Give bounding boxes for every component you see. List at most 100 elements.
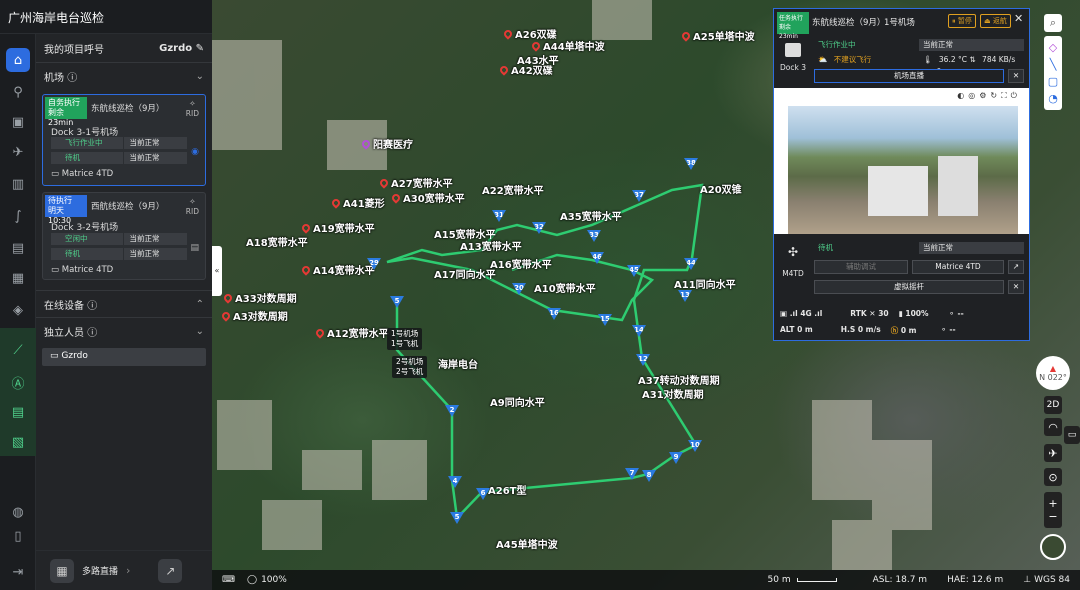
project-icon[interactable]: ⌂: [6, 48, 30, 72]
online-header[interactable]: 在线设备 ⓘ ⌃: [36, 291, 212, 317]
chat-icon[interactable]: ▭: [1064, 426, 1080, 444]
map-label[interactable]: A22宽带水平: [482, 182, 544, 197]
dock-live-button[interactable]: 机场直播: [814, 69, 1004, 83]
map-label[interactable]: 海岸电台: [438, 356, 478, 371]
report-icon[interactable]: ▤: [6, 400, 30, 424]
camera-feed: [788, 106, 1018, 234]
line-tool-icon[interactable]: ╲: [1050, 58, 1057, 71]
map-label[interactable]: A19宽带水平: [300, 220, 375, 235]
chevron-down-icon[interactable]: ⌄: [196, 71, 204, 82]
map-label[interactable]: A41菱形: [330, 195, 385, 210]
collapse-sidebar-button[interactable]: «: [212, 246, 222, 296]
map-label[interactable]: A18宽带水平: [246, 234, 308, 249]
drone-state-row: 待机 当前正常: [814, 242, 1024, 254]
pause-button[interactable]: ⏸ 暂停: [948, 14, 976, 28]
globe-icon[interactable]: ◍: [6, 500, 30, 524]
map-label[interactable]: A13宽带水平: [460, 238, 522, 253]
model-icon[interactable]: ◈: [6, 298, 30, 322]
signal-icon: ▣ .ıl 4G .ıl: [780, 309, 823, 318]
drone-model-button[interactable]: Matrice 4TD: [912, 260, 1004, 274]
map-label[interactable]: A14宽带水平: [300, 262, 375, 277]
route-icon[interactable]: ∫: [6, 204, 30, 228]
map-label[interactable]: A12宽带水平: [314, 325, 389, 340]
drone-icon[interactable]: ✈: [6, 140, 30, 164]
map-label[interactable]: A16宽带水平: [490, 256, 552, 271]
drone-tools-icon[interactable]: ✕: [1008, 280, 1024, 294]
chevron-right-icon[interactable]: ›: [126, 564, 130, 577]
map-label[interactable]: A30宽带水平: [390, 190, 465, 205]
return-button[interactable]: ⏏ 返航: [980, 14, 1011, 28]
drone-status-row: 待机 当前正常: [51, 248, 187, 260]
rect-tool-icon[interactable]: ▢: [1048, 75, 1058, 88]
zoom-out-icon[interactable]: −: [1048, 510, 1057, 523]
pin-tool-icon[interactable]: ◇: [1049, 41, 1057, 54]
dock-thumb: Dock 3: [774, 37, 812, 85]
map-label[interactable]: A44单塔中波: [530, 38, 605, 53]
grid-icon[interactable]: ▦: [50, 558, 74, 583]
aux-debug-button[interactable]: 辅助调试: [814, 260, 908, 274]
chart-icon[interactable]: ⟋: [6, 338, 30, 362]
map-label[interactable]: A37转动对数周期: [638, 372, 720, 387]
document-icon[interactable]: ▧: [6, 430, 30, 454]
keyboard-icon[interactable]: ⌨: [222, 575, 235, 585]
telemetry-row-1: ▣ .ıl 4G .ıl RTK ✕ 30 ▮ 100% ⚬ --: [780, 309, 964, 318]
zoom-circle-icon: ◯: [247, 575, 258, 585]
dock-card-2[interactable]: 待执行 明天 10:30 西航线巡检（9月） ✧ RID Dock 3-2号机场 空…: [42, 192, 206, 280]
chevron-up-icon[interactable]: ⌃: [196, 299, 204, 310]
search-icon[interactable]: ⌕: [1044, 14, 1062, 32]
logout-icon[interactable]: ⇥: [6, 560, 30, 584]
building: [302, 450, 362, 490]
datum-icon: ⊥: [1023, 575, 1032, 585]
schedule-icon[interactable]: ▤: [6, 236, 30, 260]
edit-icon[interactable]: ✎: [196, 43, 204, 54]
chevron-down-icon[interactable]: ⌄: [196, 326, 204, 337]
map-pin-icon[interactable]: ⚲: [6, 80, 30, 104]
device-icon[interactable]: ▣: [6, 110, 30, 134]
task-tag: 自务执行 剩余 23min: [45, 97, 87, 127]
map-label[interactable]: A17同向水平: [434, 266, 496, 281]
map-label[interactable]: A33对数周期: [222, 290, 297, 305]
share-icon[interactable]: ↗: [158, 558, 183, 583]
person-item[interactable]: ▭ Gzrdo: [42, 348, 206, 366]
dock-marker-1[interactable]: 1号机场 1号飞机: [387, 328, 423, 350]
airport-header[interactable]: 机场 ⓘ ⌄: [36, 63, 212, 89]
map-label[interactable]: A31对数周期: [642, 386, 704, 401]
map-label[interactable]: A27宽带水平: [378, 175, 453, 190]
rotate-icon[interactable]: ◠: [1044, 418, 1062, 436]
video-controls[interactable]: ◐◎⚙↻⛶⏻: [957, 91, 1021, 101]
scale-bar: [796, 578, 837, 582]
view-2d-button[interactable]: 2D: [1044, 396, 1062, 414]
media-icon[interactable]: ▦: [6, 266, 30, 290]
map-label[interactable]: A43水平: [517, 52, 559, 67]
map-label[interactable]: A20双锥: [700, 181, 742, 196]
dock-marker-2[interactable]: 2号机场 2号飞机: [392, 356, 428, 378]
multi-live-label[interactable]: 多路直播: [82, 564, 118, 577]
circle-tool-icon[interactable]: ◔: [1048, 92, 1058, 105]
airplane-icon[interactable]: ✈: [1044, 444, 1062, 462]
tools-icon[interactable]: ✕: [1008, 69, 1024, 83]
map-label[interactable]: A45单塔中波: [496, 536, 558, 551]
map-label[interactable]: A11同向水平: [674, 276, 736, 291]
share-icon[interactable]: ↗: [1008, 260, 1024, 274]
virtual-stick-button[interactable]: 虚拟摇杆: [814, 280, 1004, 294]
dock-icon[interactable]: ▥: [6, 172, 30, 196]
live-icon[interactable]: ◉: [191, 147, 199, 157]
map-label[interactable]: A25单塔中波: [680, 28, 755, 43]
independent-header[interactable]: 独立人员 ⓘ ⌄: [36, 318, 212, 344]
locate-icon[interactable]: ⊙: [1044, 468, 1062, 486]
dock-card-1[interactable]: 自务执行 剩余 23min 东航线巡检（9月） ✧ RID Dock 3-1号机场 …: [42, 94, 206, 186]
map-label[interactable]: A35宽带水平: [560, 208, 622, 223]
live-video-area[interactable]: ◐◎⚙↻⛶⏻: [774, 88, 1029, 234]
map-label[interactable]: A3对数周期: [220, 308, 288, 323]
compass[interactable]: ▲ N 022°: [1036, 356, 1070, 390]
doc-icon[interactable]: ▤: [190, 243, 199, 253]
layer-switch-icon[interactable]: [1040, 534, 1066, 560]
zoom-in-icon[interactable]: +: [1048, 497, 1057, 510]
alert-icon[interactable]: Ⓐ: [6, 370, 30, 394]
map-label[interactable]: A26T型: [488, 482, 526, 497]
close-icon[interactable]: ✕: [1014, 12, 1023, 25]
map-label[interactable]: A10宽带水平: [534, 280, 596, 295]
map-label[interactable]: 阳赛医疗: [360, 136, 413, 151]
log-icon[interactable]: ▯: [6, 524, 30, 548]
map-label[interactable]: A9同向水平: [490, 394, 545, 409]
